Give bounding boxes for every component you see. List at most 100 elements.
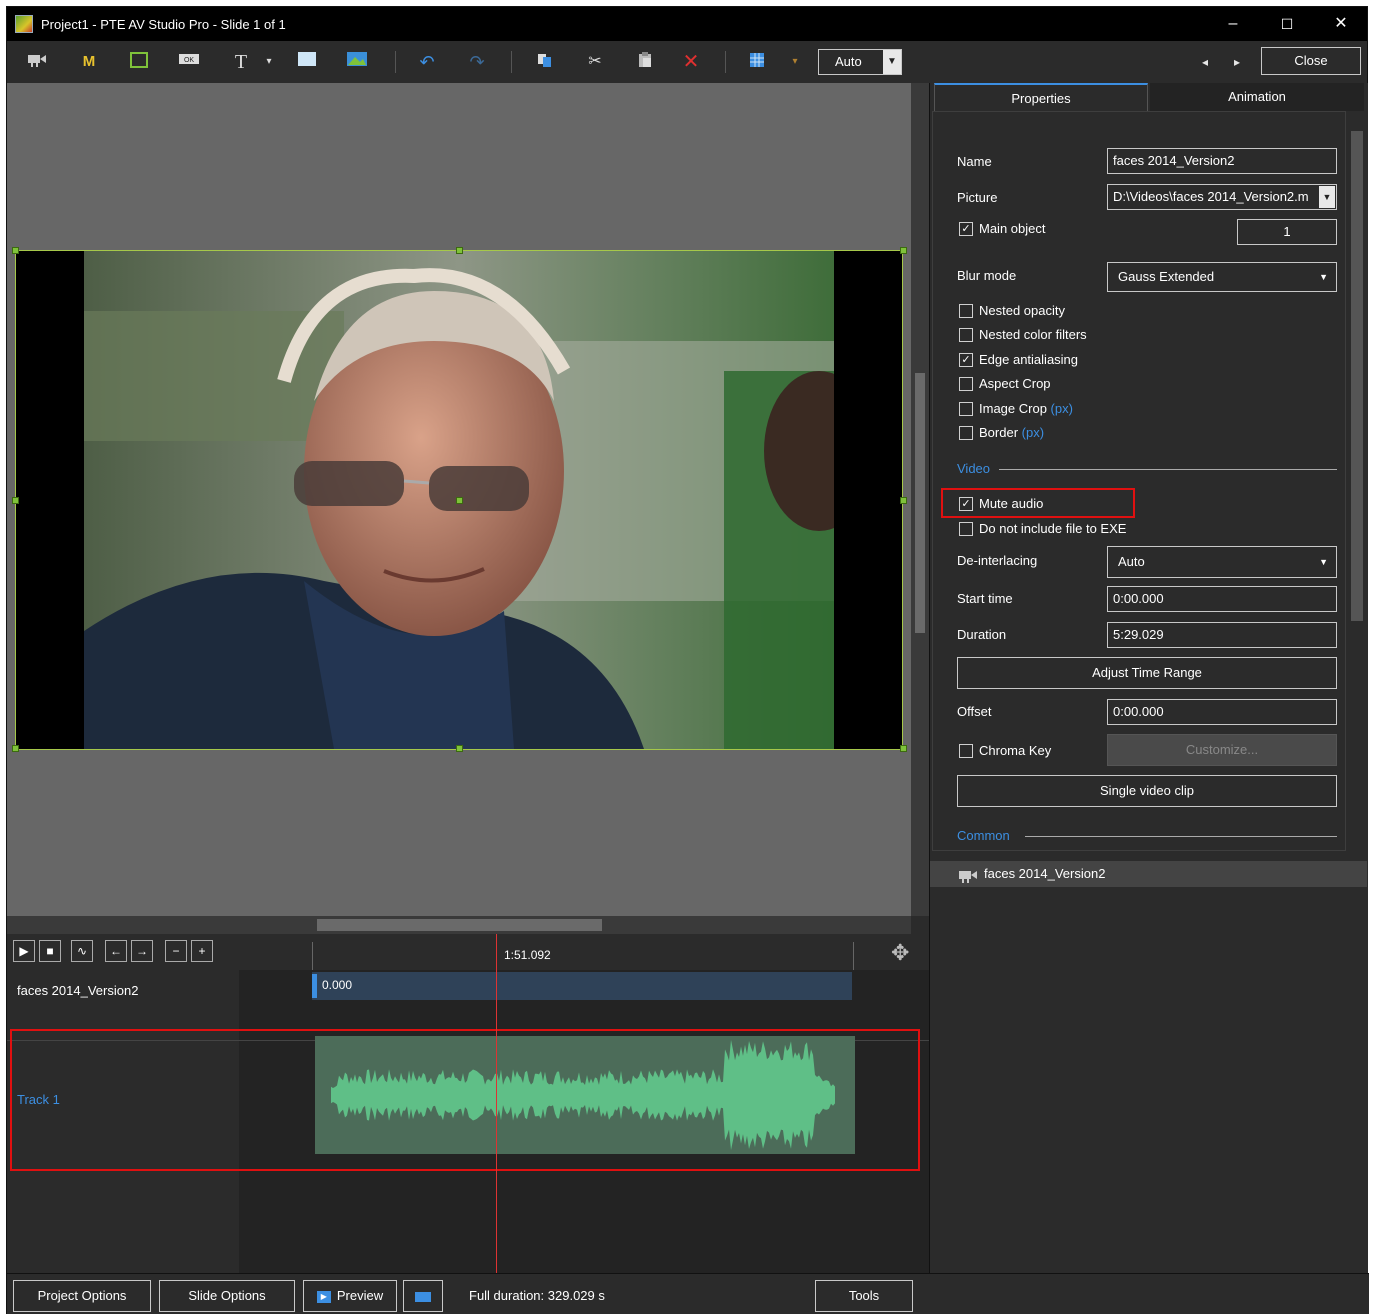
offset-label: Offset bbox=[957, 704, 992, 719]
move-icon[interactable]: ✥ bbox=[891, 940, 909, 966]
resize-handle[interactable] bbox=[12, 745, 19, 752]
video-object-frame[interactable] bbox=[12, 247, 907, 752]
canvas-vertical-scrollbar[interactable] bbox=[911, 83, 929, 916]
list-item[interactable]: faces 2014_Version2 bbox=[930, 861, 1367, 887]
center-handle[interactable] bbox=[456, 497, 463, 504]
close-button[interactable]: Close bbox=[1261, 47, 1361, 75]
mute-audio-highlight bbox=[941, 488, 1135, 518]
toolbar-separator bbox=[395, 51, 396, 73]
objects-list: faces 2014_Version2 bbox=[930, 857, 1367, 1273]
resize-handle[interactable] bbox=[900, 247, 907, 254]
image-crop-checkbox[interactable] bbox=[959, 402, 973, 416]
scrollbar-thumb[interactable] bbox=[317, 919, 602, 931]
name-label: Name bbox=[957, 154, 992, 169]
project-options-button[interactable]: Project Options bbox=[13, 1280, 151, 1312]
play-icon[interactable]: ▶ bbox=[13, 940, 35, 962]
chroma-key-checkbox[interactable] bbox=[959, 744, 973, 758]
svg-text:OK: OK bbox=[184, 57, 194, 64]
slide-canvas[interactable] bbox=[7, 83, 911, 916]
deinterlacing-select[interactable]: Auto ▼ bbox=[1107, 546, 1337, 578]
scrollbar-thumb[interactable] bbox=[915, 373, 925, 633]
adjust-time-range-button[interactable]: Adjust Time Range bbox=[957, 657, 1337, 689]
resize-handle[interactable] bbox=[456, 745, 463, 752]
zoom-out-icon[interactable]: − bbox=[165, 940, 187, 962]
resize-handle[interactable] bbox=[12, 497, 19, 504]
nested-color-filters-label: Nested color filters bbox=[979, 327, 1087, 342]
tab-properties[interactable]: Properties bbox=[934, 83, 1148, 111]
copy-icon[interactable] bbox=[533, 51, 557, 73]
mask-m-icon[interactable]: M bbox=[77, 51, 101, 73]
waveform-icon[interactable]: ∿ bbox=[71, 940, 93, 962]
grid-dropdown-icon[interactable]: ▾ bbox=[783, 51, 807, 73]
start-time-field[interactable]: 0:00.000 bbox=[1107, 586, 1337, 612]
window-title: Project1 - PTE AV Studio Pro - Slide 1 o… bbox=[41, 16, 286, 32]
playhead[interactable] bbox=[496, 934, 497, 1273]
time-ruler[interactable] bbox=[239, 934, 929, 970]
section-divider bbox=[999, 469, 1337, 470]
nested-opacity-checkbox[interactable] bbox=[959, 304, 973, 318]
frame-object-icon[interactable] bbox=[127, 51, 151, 73]
minimize-button[interactable]: – bbox=[1207, 7, 1259, 41]
edge-antialiasing-label: Edge antialiasing bbox=[979, 352, 1079, 367]
paste-icon[interactable] bbox=[633, 51, 657, 73]
scrollbar-thumb[interactable] bbox=[1351, 131, 1363, 621]
next-slide-icon[interactable]: ▸ bbox=[1225, 51, 1249, 73]
blur-mode-select[interactable]: Gauss Extended ▼ bbox=[1107, 262, 1337, 292]
text-dropdown-icon[interactable]: ▾ bbox=[257, 51, 281, 73]
offset-field[interactable]: 0:00.000 bbox=[1107, 699, 1337, 725]
customize-button[interactable]: Customize... bbox=[1107, 734, 1337, 766]
clip-start-marker[interactable] bbox=[312, 974, 317, 998]
slideshow-window-button[interactable] bbox=[403, 1280, 443, 1312]
resize-handle[interactable] bbox=[12, 247, 19, 254]
close-window-button[interactable]: ✕ bbox=[1315, 7, 1367, 41]
arrow-left-icon[interactable]: ← bbox=[105, 940, 127, 962]
main-object-checkbox[interactable]: ✓ bbox=[959, 222, 973, 236]
aspect-crop-checkbox[interactable] bbox=[959, 377, 973, 391]
previous-slide-icon[interactable]: ◂ bbox=[1193, 51, 1217, 73]
exclude-from-exe-label: Do not include file to EXE bbox=[979, 521, 1127, 536]
object-track-name: faces 2014_Version2 bbox=[17, 983, 139, 998]
text-object-icon[interactable]: T bbox=[229, 51, 253, 73]
undo-icon[interactable]: ↶ bbox=[415, 51, 439, 73]
stop-icon[interactable]: ■ bbox=[39, 940, 61, 962]
chroma-key-label: Chroma Key bbox=[979, 743, 1052, 758]
nested-color-filters-checkbox[interactable] bbox=[959, 328, 973, 342]
zoom-select[interactable]: Auto ▼ bbox=[818, 49, 902, 75]
ruler-end-mark bbox=[853, 942, 854, 970]
button-object-icon[interactable]: OK bbox=[177, 51, 201, 73]
zoom-value: Auto bbox=[835, 54, 862, 69]
redo-icon[interactable]: ↷ bbox=[465, 51, 489, 73]
app-window: Project1 - PTE AV Studio Pro - Slide 1 o… bbox=[6, 6, 1369, 1314]
properties-scrollbar[interactable] bbox=[1348, 111, 1366, 851]
tools-button[interactable]: Tools bbox=[815, 1280, 913, 1312]
video-object-icon[interactable] bbox=[25, 51, 49, 73]
image-object-icon[interactable] bbox=[345, 51, 369, 73]
start-time-label: Start time bbox=[957, 591, 1013, 606]
duration-field[interactable]: 5:29.029 bbox=[1107, 622, 1337, 648]
maximize-button[interactable]: ☐ bbox=[1261, 7, 1313, 41]
picture-select[interactable]: D:\Videos\faces 2014_Version2.m ▼ bbox=[1107, 184, 1337, 210]
resize-handle[interactable] bbox=[456, 247, 463, 254]
timeline: ▶ ■ ∿ ← → − + 1:51.092 ✥ faces 2014_Vers… bbox=[7, 934, 929, 1273]
rectangle-object-icon[interactable] bbox=[295, 51, 319, 73]
resize-handle[interactable] bbox=[900, 745, 907, 752]
audio-track-highlight bbox=[10, 1029, 920, 1171]
edge-antialiasing-checkbox[interactable]: ✓ bbox=[959, 353, 973, 367]
right-panel: Properties Animation Name faces 2014_Ver… bbox=[929, 83, 1368, 1273]
grid-icon[interactable] bbox=[745, 51, 769, 73]
border-checkbox[interactable] bbox=[959, 426, 973, 440]
exclude-from-exe-checkbox[interactable] bbox=[959, 522, 973, 536]
preview-button[interactable]: ▶ Preview bbox=[303, 1280, 397, 1312]
canvas-horizontal-scrollbar[interactable] bbox=[7, 916, 911, 934]
tab-animation[interactable]: Animation bbox=[1150, 83, 1364, 111]
main-object-number[interactable]: 1 bbox=[1237, 219, 1337, 245]
slide-options-button[interactable]: Slide Options bbox=[159, 1280, 295, 1312]
arrow-right-icon[interactable]: → bbox=[131, 940, 153, 962]
cut-icon[interactable]: ✂ bbox=[583, 51, 607, 73]
delete-icon[interactable]: ✕ bbox=[679, 51, 703, 73]
single-video-clip-button[interactable]: Single video clip bbox=[957, 775, 1337, 807]
resize-handle[interactable] bbox=[900, 497, 907, 504]
name-field[interactable]: faces 2014_Version2 bbox=[1107, 148, 1337, 174]
object-track-clip[interactable]: 0.000 bbox=[312, 972, 852, 1000]
zoom-in-icon[interactable]: + bbox=[191, 940, 213, 962]
